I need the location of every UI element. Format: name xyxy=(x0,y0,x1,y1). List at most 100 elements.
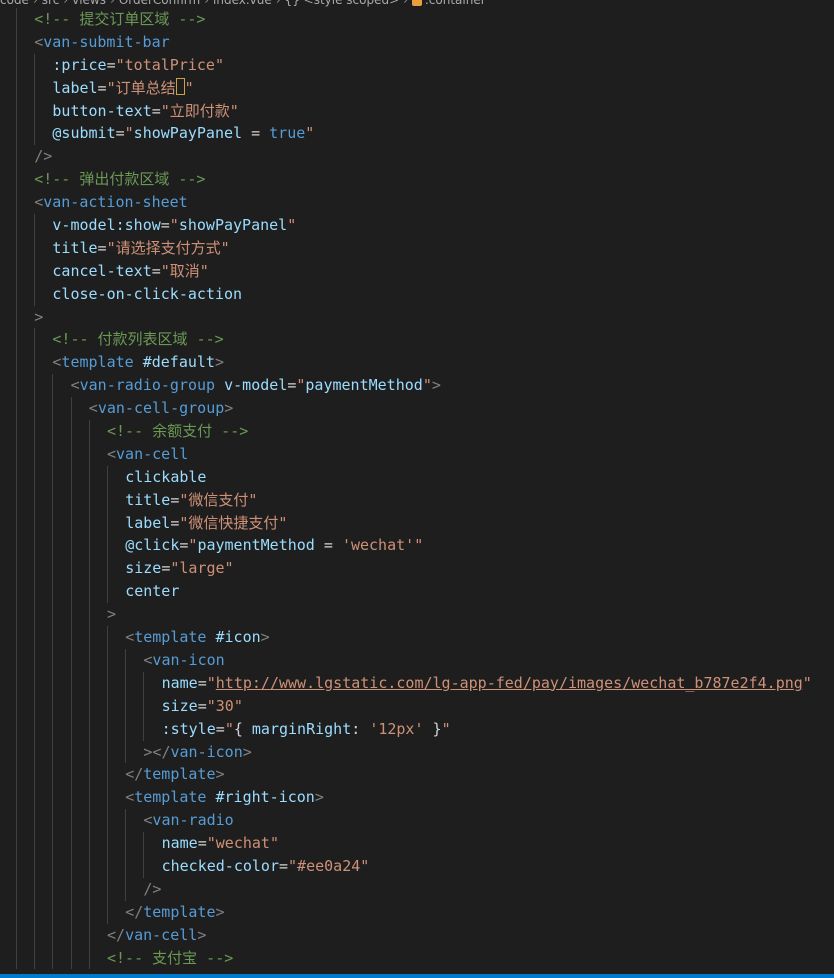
code-line[interactable]: <template #default> xyxy=(0,351,834,375)
code-token: "取消" xyxy=(160,261,209,280)
code-content: checked-color="#ee0a24" xyxy=(162,855,370,878)
breadcrumb-item[interactable]: views xyxy=(72,0,106,7)
indent-guide xyxy=(88,832,90,855)
code-content: <van-cell xyxy=(107,443,188,466)
code-token: = xyxy=(215,719,225,738)
indent-guide xyxy=(88,740,90,764)
code-line[interactable]: label="订单总结 " xyxy=(0,76,834,100)
breadcrumb-item[interactable]: index.vue xyxy=(213,0,272,7)
code-line[interactable]: <van-cell xyxy=(0,442,834,466)
indent-guide xyxy=(143,832,145,855)
code-token: van-cell-group xyxy=(97,399,225,418)
indent-guide xyxy=(16,397,17,421)
code-line[interactable]: <template #icon> xyxy=(0,626,834,649)
code-token: > xyxy=(34,307,44,326)
code-line[interactable]: <template #right-icon> xyxy=(0,786,834,810)
code-line[interactable]: :price="totalPrice" xyxy=(0,53,834,77)
indent-guide xyxy=(16,191,17,215)
breadcrumb-item[interactable]: code xyxy=(0,0,29,7)
code-content: size="30" xyxy=(162,695,243,718)
code-line[interactable]: <van-radio-group v-model="paymentMethod"… xyxy=(0,374,834,398)
indent-guide xyxy=(107,648,108,672)
code-line[interactable]: <van-submit-bar xyxy=(0,30,834,54)
code-line[interactable]: <van-cell-group> xyxy=(0,397,834,421)
code-line[interactable]: @submit="showPayPanel = true" xyxy=(0,122,834,146)
code-token: < xyxy=(125,788,135,807)
code-token: <!-- 支付宝 --> xyxy=(107,948,234,967)
code-line[interactable]: size="large" xyxy=(0,557,834,581)
indent-guide xyxy=(34,534,36,558)
indent-guide xyxy=(34,694,36,718)
code-line[interactable]: <!-- 付款列表区域 --> xyxy=(0,328,834,352)
code-line[interactable]: /> xyxy=(0,145,834,169)
code-line[interactable]: size="30" xyxy=(0,694,834,718)
code-line[interactable]: label="微信快捷支付" xyxy=(0,511,834,535)
code-line[interactable]: <!-- 支付宝 --> xyxy=(0,946,834,970)
breadcrumb-item[interactable]: .container xyxy=(425,0,486,7)
code-token: = xyxy=(197,834,207,853)
code-editor[interactable]: <!-- 提交订单区域 --> <van-submit-bar:price="to… xyxy=(0,8,834,970)
indent-guide xyxy=(34,740,36,764)
breadcrumb-item[interactable]: src xyxy=(42,0,60,7)
code-line[interactable]: <van-icon xyxy=(0,648,834,672)
code-token: "立即付款" xyxy=(160,101,239,120)
code-line[interactable]: ></van-icon> xyxy=(0,740,834,764)
code-token: center xyxy=(125,582,180,601)
code-link[interactable]: http://www.lgstatic.com/lg-app-fed/pay/i… xyxy=(216,674,803,692)
code-line[interactable]: title="微信支付" xyxy=(0,488,834,512)
code-line[interactable]: v-model:show="showPayPanel" xyxy=(0,214,834,237)
indent-guide xyxy=(88,923,90,947)
indent-guide xyxy=(16,809,17,833)
indent-guide xyxy=(88,786,90,810)
code-line[interactable]: name="http://www.lgstatic.com/lg-app-fed… xyxy=(0,671,834,695)
code-line[interactable]: <!-- 弹出付款区域 --> xyxy=(0,168,834,192)
code-line[interactable]: > xyxy=(0,305,834,329)
indent-guide xyxy=(34,214,36,237)
code-line[interactable]: </van-cell> xyxy=(0,923,834,947)
code-line[interactable]: </template> xyxy=(0,763,834,787)
code-content: > xyxy=(34,306,43,329)
indent-guide xyxy=(34,717,36,741)
code-token: = xyxy=(106,55,116,74)
code-line[interactable]: :style="{ marginRight: '12px' }" xyxy=(0,717,834,741)
code-line[interactable]: <!-- 提交订单区域 --> xyxy=(0,8,834,31)
indent-guide xyxy=(16,763,17,787)
code-line[interactable]: button-text="立即付款" xyxy=(0,99,834,123)
breadcrumb-item[interactable]: {} <style scoped> xyxy=(285,0,400,7)
code-token: > xyxy=(431,376,441,395)
code-content: <van-radio-group v-model="paymentMethod"… xyxy=(71,374,441,397)
code-line[interactable]: checked-color="#ee0a24" xyxy=(0,854,834,878)
code-line[interactable]: > xyxy=(0,603,834,627)
code-line[interactable]: /> xyxy=(0,877,834,901)
code-line[interactable]: name="wechat" xyxy=(0,832,834,855)
breadcrumb-separator-icon: › xyxy=(110,0,115,7)
code-line[interactable]: @click="paymentMethod = 'wechat'" xyxy=(0,534,834,558)
code-line[interactable]: clickable xyxy=(0,465,834,489)
breadcrumb[interactable]: code › src › views › OrderConfirm › index.vue ›{}… xyxy=(0,0,834,7)
code-token: /> xyxy=(143,879,162,898)
code-line[interactable]: title="请选择支付方式" xyxy=(0,236,834,260)
code-line[interactable]: <!-- 余额支付 --> xyxy=(0,420,834,443)
code-line[interactable]: </template> xyxy=(0,900,834,924)
code-line[interactable]: <van-radio xyxy=(0,809,834,833)
code-content: v-model:show="showPayPanel" xyxy=(52,214,296,237)
code-line[interactable]: cancel-text="取消" xyxy=(0,259,834,283)
indent-guide xyxy=(16,786,17,810)
code-token: : xyxy=(351,719,370,738)
indent-guide xyxy=(88,603,90,627)
breadcrumb-item[interactable]: OrderConfirm xyxy=(119,0,200,7)
indent-guide xyxy=(107,626,108,649)
indent-guide xyxy=(52,557,54,581)
code-content: size="large" xyxy=(125,557,233,580)
indent-guide xyxy=(70,832,72,855)
code-token: '12px' xyxy=(369,719,424,738)
code-line[interactable]: close-on-click-action xyxy=(0,282,834,306)
indent-guide xyxy=(125,809,127,833)
indent-guide xyxy=(125,694,127,718)
indent-guide xyxy=(34,420,36,443)
code-line[interactable]: center xyxy=(0,580,834,604)
code-line[interactable]: <van-action-sheet xyxy=(0,191,834,215)
code-token: @submit xyxy=(52,124,116,143)
code-token: " xyxy=(206,673,216,692)
